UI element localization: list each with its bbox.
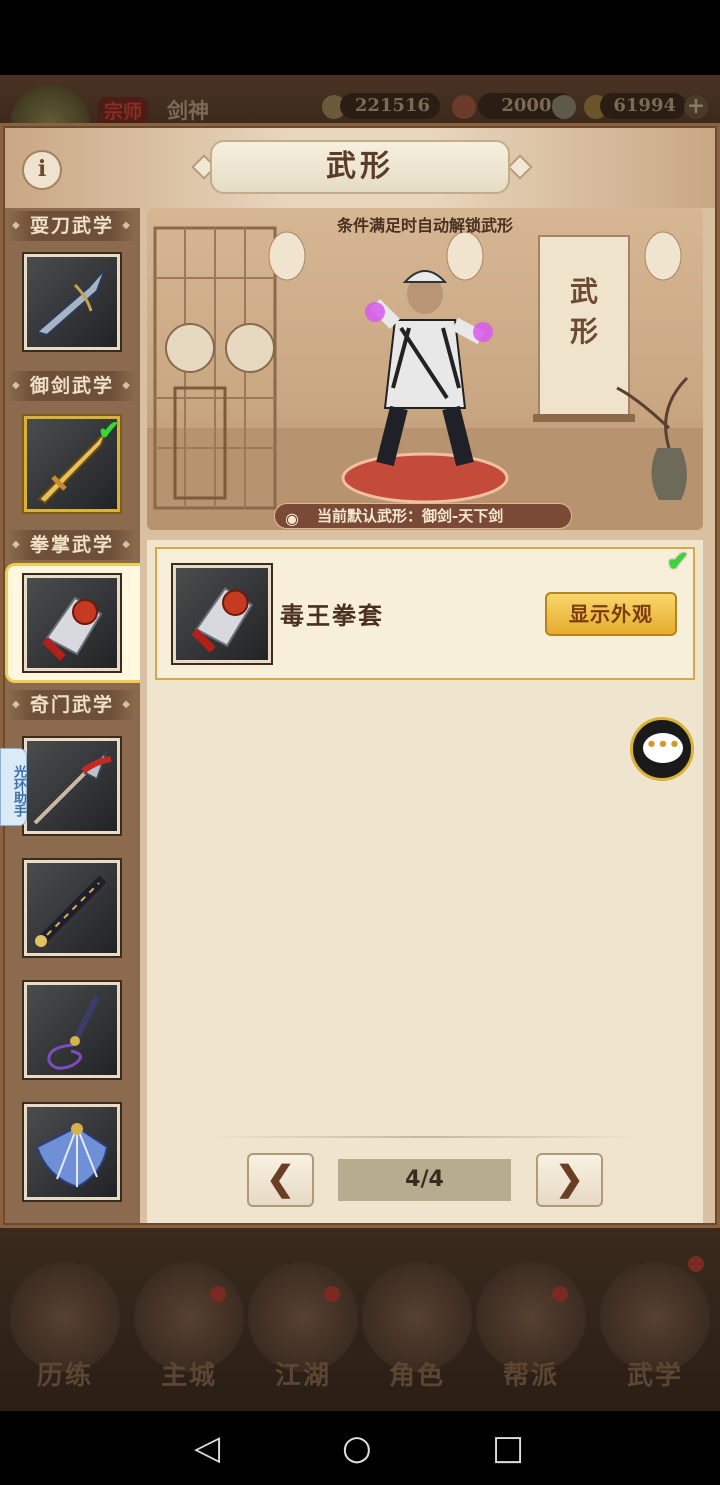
nav-badge-city (210, 1286, 226, 1302)
currency-coins: 221516 (340, 93, 440, 119)
nav-label-training[interactable]: 历练 (5, 1355, 125, 1392)
nav-badge-jianghu (324, 1286, 340, 1302)
form-slot-spear[interactable] (24, 738, 120, 834)
recents-square-icon[interactable]: □ (492, 1428, 524, 1468)
nav-label-character[interactable]: 角色 (357, 1355, 477, 1392)
default-form-text: 当前默认武形：御剑-天下剑 (317, 507, 504, 525)
unlock-hint: 条件满足时自动解锁武形 (336, 216, 513, 235)
unlocked-check-icon: ✔ (667, 547, 689, 577)
home-circle-icon[interactable]: ○ (342, 1428, 372, 1468)
show-appearance-button[interactable]: 显示外观 (545, 592, 677, 636)
eye-icon: ◉ (285, 509, 299, 528)
panel-title: 武形 (210, 140, 510, 194)
nav-label-guild[interactable]: 帮派 (471, 1355, 591, 1392)
prev-page-button[interactable]: ❮ (247, 1153, 314, 1207)
fist-gauntlet-icon (191, 587, 254, 653)
fist-gauntlet-icon (42, 596, 103, 661)
nav-label-martial[interactable]: 武学 (595, 1355, 715, 1392)
silver-ingot-icon (552, 95, 576, 119)
next-page-button[interactable]: ❯ (536, 1153, 603, 1207)
spear-icon (33, 750, 112, 825)
form-slot-fan[interactable] (24, 1104, 120, 1200)
item-name: 毒王拳套 (280, 601, 384, 630)
blade-weapon-icon (34, 268, 106, 337)
fan-icon (35, 1123, 109, 1189)
form-slot-flute[interactable] (24, 860, 120, 956)
category-exotic: 奇门武学 (8, 690, 136, 720)
flute-icon (35, 875, 107, 947)
item-thumbnail (173, 565, 271, 663)
currency-ingots: 61994 (600, 93, 686, 119)
form-slot-fist[interactable] (24, 575, 120, 671)
whip-dagger-icon (47, 995, 100, 1070)
nav-badge-martial (688, 1256, 704, 1272)
nav-label-jianghu[interactable]: 江湖 (243, 1355, 363, 1392)
category-sword: 御剑武学 (8, 371, 136, 401)
nav-badge-guild (552, 1286, 568, 1302)
info-icon[interactable]: i (22, 150, 62, 190)
equipped-check-icon: ✔ (98, 416, 120, 446)
status-bar (0, 0, 720, 75)
player-avatar[interactable] (10, 85, 90, 125)
category-saber: 耍刀武学 (8, 211, 136, 241)
page-indicator: 4/4 (338, 1159, 511, 1201)
character-preview-stage (147, 208, 703, 530)
player-name: 剑神 (167, 98, 209, 123)
chat-bubble-icon: ••• (643, 733, 683, 763)
form-slot-whip[interactable] (24, 982, 120, 1078)
default-form-bar: ◉ 当前默认武形：御剑-天下剑 (274, 503, 572, 529)
stage-scenery (147, 226, 703, 530)
pager-divider (205, 1136, 645, 1138)
form-slot-saber[interactable] (24, 254, 120, 350)
back-triangle-icon[interactable]: ◁ (194, 1428, 220, 1468)
chat-button[interactable]: ••• (630, 717, 694, 781)
flame-icon (452, 95, 476, 119)
add-currency-icon[interactable]: + (684, 95, 708, 119)
nav-label-city[interactable]: 主城 (129, 1355, 249, 1392)
helper-side-tab[interactable]: 光环助手 (0, 748, 27, 826)
category-fist: 拳掌武学 (8, 530, 136, 560)
player-rank: 宗师 (98, 97, 149, 124)
scroll-calligraphy: 武形 (569, 275, 598, 348)
